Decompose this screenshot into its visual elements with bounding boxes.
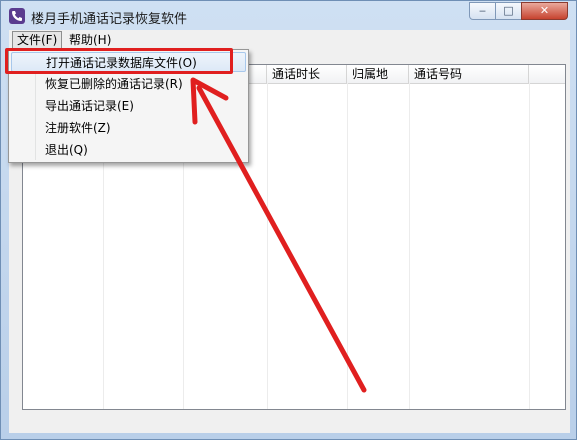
red-arrow-annotation bbox=[190, 77, 367, 393]
arrow-shaft bbox=[196, 85, 367, 393]
